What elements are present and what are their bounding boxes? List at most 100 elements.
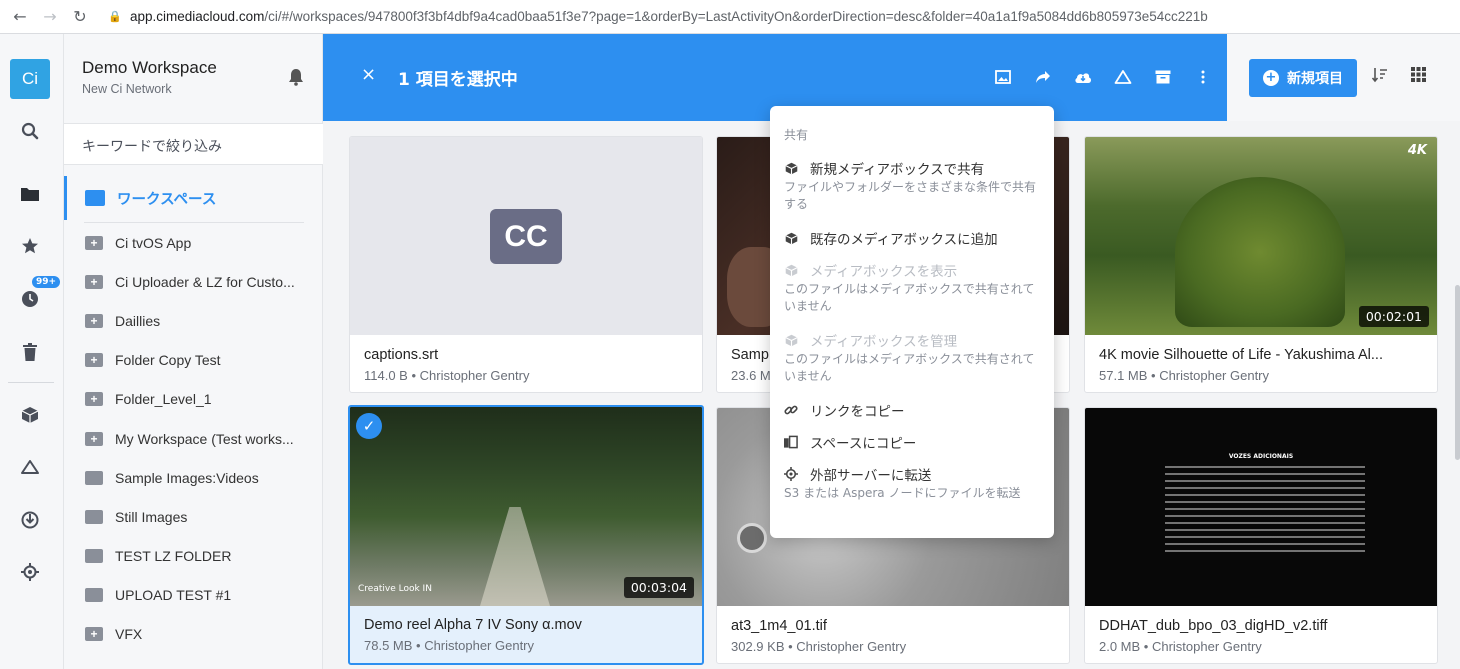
link-icon <box>784 403 798 417</box>
new-item-button[interactable]: + 新規項目 <box>1249 59 1357 97</box>
filter-input[interactable]: キーワードで絞り込み <box>64 123 323 165</box>
cloud-icon[interactable] <box>0 452 60 482</box>
search-icon[interactable] <box>0 116 60 146</box>
bell-icon[interactable] <box>288 68 304 90</box>
asset-card[interactable]: CC captions.srt 114.0 B • Christopher Ge… <box>349 136 703 393</box>
folder-item[interactable]: + Ci Uploader & LZ for Custo... <box>64 262 323 301</box>
menu-section-label: 共有 <box>784 128 809 142</box>
folder-item[interactable]: + Folder_Level_1 <box>64 380 323 419</box>
asset-meta: 57.1 MB • Christopher Gentry <box>1099 368 1270 383</box>
folder-plus-icon: + <box>85 353 103 368</box>
folder-plus-icon: + <box>85 627 103 642</box>
workspace-nav-label: ワークスペース <box>117 191 217 208</box>
lock-icon: 🔒 <box>108 9 122 23</box>
folder-item[interactable]: + Folder Copy Test <box>64 341 323 380</box>
folder-name: Folder_Level_1 <box>115 391 212 408</box>
folder-item[interactable]: TEST LZ FOLDER <box>64 537 323 576</box>
transfer-icon <box>784 467 798 481</box>
asset-name: 4K movie Silhouette of Life - Yakushima … <box>1099 347 1383 363</box>
page-scrollbar[interactable] <box>1455 285 1460 460</box>
plus-circle-icon: + <box>1263 70 1279 86</box>
folder-item[interactable]: + VFX <box>64 615 323 654</box>
back-arrow-icon[interactable]: ← <box>10 7 30 27</box>
clock-icon[interactable] <box>0 284 60 314</box>
folder-name: TEST LZ FOLDER <box>115 548 232 565</box>
asset-meta: 2.0 MB • Christopher Gentry <box>1099 639 1262 654</box>
menu-item-add-existing-mediabox[interactable]: 既存のメディアボックスに追加 <box>784 228 1040 248</box>
forward-arrow-icon[interactable]: → <box>40 7 60 27</box>
asset-card[interactable]: VOZES ADICIONAIS DDHAT_dub_bpo_03_digHD_… <box>1084 407 1438 664</box>
folder-item[interactable]: UPLOAD TEST #1 <box>64 576 323 615</box>
folder-item[interactable]: Sample Images:Videos <box>64 458 323 497</box>
trash-icon[interactable] <box>0 337 60 367</box>
menu-item-label: 既存のメディアボックスに追加 <box>810 232 998 248</box>
asset-card-selected[interactable]: Creative Look IN 00:03:04 ✓ Demo reel Al… <box>348 405 704 665</box>
image-icon[interactable] <box>983 66 1023 88</box>
share-arrow-icon[interactable] <box>1023 66 1063 88</box>
checkmark-icon[interactable]: ✓ <box>356 413 382 439</box>
folder-item[interactable]: Still Images <box>64 497 323 536</box>
more-vertical-icon[interactable] <box>1183 66 1223 88</box>
cloud-download-icon[interactable] <box>1063 66 1103 88</box>
menu-item-description: このファイルはメディアボックスで共有されていません <box>784 352 1035 383</box>
menu-item-description: このファイルはメディアボックスで共有されていません <box>784 282 1035 313</box>
rail-divider <box>8 382 54 383</box>
4k-badge: 4K <box>1407 143 1427 158</box>
folder-name: My Workspace (Test works... <box>115 430 294 447</box>
menu-item-view-mediabox: メディアボックスを表示 このファイルはメディアボックスで共有されていません <box>784 260 1040 315</box>
archive-icon[interactable] <box>1143 66 1183 88</box>
asset-meta: 23.6 M <box>731 368 771 383</box>
folder-icon <box>85 588 103 603</box>
menu-item-new-mediabox[interactable]: 新規メディアボックスで共有 ファイルやフォルダーをさまざまな条件で共有する <box>784 158 1040 213</box>
mediabox-icon[interactable] <box>1103 66 1143 88</box>
menu-item-label: メディアボックスを表示 <box>810 264 958 280</box>
asset-meta: 302.9 KB • Christopher Gentry <box>731 639 907 654</box>
cube-icon <box>784 161 798 175</box>
asset-card[interactable]: 4K 00:02:01 4K movie Silhouette of Life … <box>1084 136 1438 393</box>
copy-space-icon <box>784 435 798 449</box>
folder-icon <box>85 549 103 564</box>
menu-item-description: S3 または Aspera ノードにファイルを転送 <box>784 486 1021 500</box>
asset-thumbnail: 4K 00:02:01 <box>1085 137 1437 335</box>
target-icon[interactable] <box>0 557 60 587</box>
content-toolbar: + 新規項目 <box>1227 34 1460 121</box>
menu-item-manage-mediabox: メディアボックスを管理 このファイルはメディアボックスで共有されていません <box>784 330 1040 385</box>
workspace-subtitle: New Ci Network <box>82 82 172 96</box>
ci-logo[interactable]: Ci <box>10 59 50 99</box>
asset-meta: 78.5 MB • Christopher Gentry <box>364 638 535 653</box>
folder-icon <box>85 509 103 524</box>
folder-name: Daillies <box>115 312 161 329</box>
sort-icon[interactable] <box>1371 67 1388 87</box>
close-selection-button[interactable]: × <box>361 64 376 85</box>
download-icon[interactable] <box>0 505 60 535</box>
folder-icon[interactable] <box>0 179 60 209</box>
credits-heading: VOZES ADICIONAIS <box>1228 453 1294 460</box>
folder-item[interactable]: + Daillies <box>64 301 323 340</box>
asset-name: captions.srt <box>364 347 439 363</box>
credits-text-lines <box>1165 466 1365 556</box>
menu-item-transfer-external[interactable]: 外部サーバーに転送 S3 または Aspera ノードにファイルを転送 <box>784 464 1040 502</box>
address-bar[interactable]: app.cimediacloud.com/ci/#/workspaces/947… <box>130 9 1208 24</box>
folder-plus-icon: + <box>85 274 103 289</box>
thumbnail-cell <box>737 523 767 553</box>
workspace-title[interactable]: Demo Workspace <box>82 58 217 78</box>
folder-item[interactable]: + My Workspace (Test works... <box>64 419 323 458</box>
menu-item-description: ファイルやフォルダーをさまざまな条件で共有する <box>784 180 1037 211</box>
video-duration: 00:02:01 <box>1358 306 1429 327</box>
mediabox-cube-icon[interactable] <box>0 400 60 430</box>
folder-item[interactable]: + Ci tvOS App <box>64 223 323 262</box>
closed-caption-icon: CC <box>490 209 562 264</box>
folder-name: Ci Uploader & LZ for Custo... <box>115 273 295 290</box>
reload-icon[interactable]: ↻ <box>70 7 90 27</box>
asset-thumbnail: Creative Look IN 00:03:04 ✓ <box>350 407 702 606</box>
menu-item-label: 新規メディアボックスで共有 <box>810 162 985 178</box>
thumbnail-tree <box>1175 177 1345 327</box>
menu-item-copy-to-space[interactable]: スペースにコピー <box>784 432 1040 452</box>
grid-view-icon[interactable] <box>1411 67 1426 86</box>
cube-icon <box>784 333 798 347</box>
star-icon[interactable] <box>0 231 60 261</box>
sidebar-item-workspace[interactable]: ワークスペース <box>64 176 323 220</box>
folder-name: Sample Images:Videos <box>115 469 259 486</box>
menu-item-copy-link[interactable]: リンクをコピー <box>784 400 1040 420</box>
selection-tools <box>983 66 1223 88</box>
